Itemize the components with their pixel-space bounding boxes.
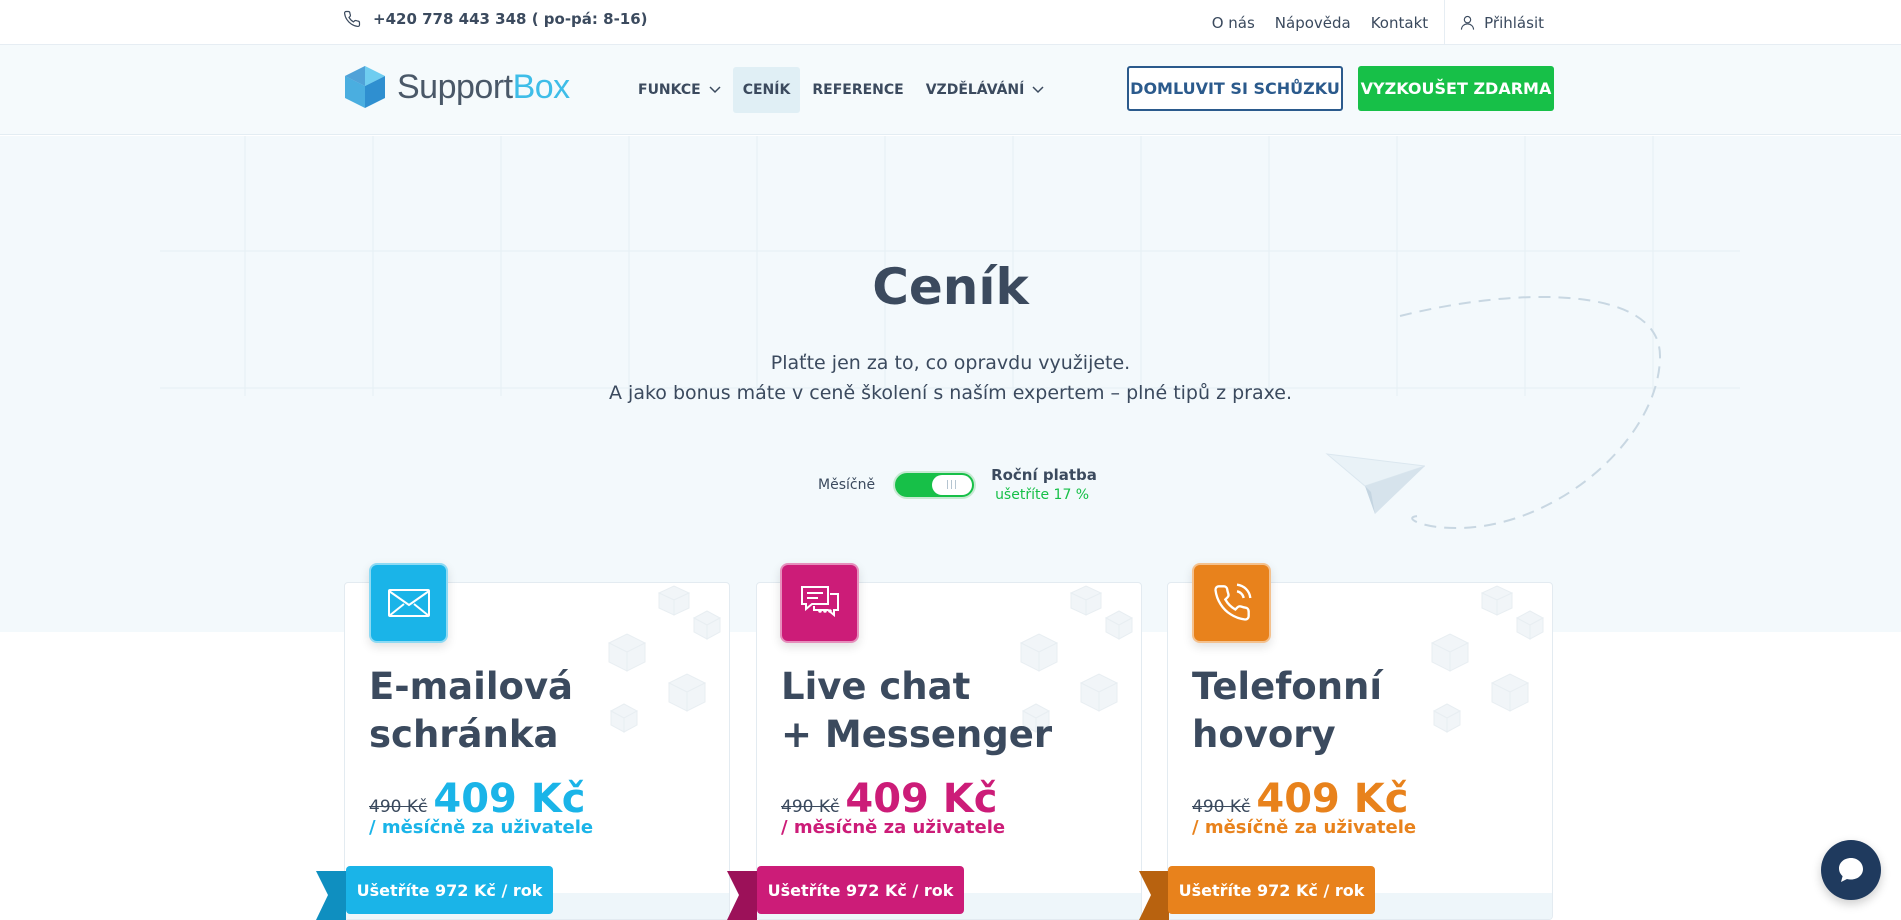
grip-icon: ||| [946,479,959,490]
plan-title-line-1: Telefonní [1192,665,1383,708]
new-price: 409 Kč [845,776,998,822]
phone-ringing-icon [1213,583,1251,621]
phone-contact[interactable]: +420 778 443 348 ( po-pá: 8-16) [343,10,648,28]
link-help[interactable]: Nápověda [1275,14,1351,32]
chevron-down-icon [709,86,721,94]
yearly-option[interactable]: Roční platba ušetříte 17 % [991,466,1097,503]
old-price: 490 Kč [1192,797,1251,817]
main-header: SupportBox FUNKCE CENÍK REFERENCE VZDĚLÁ… [0,45,1901,135]
chevron-down-icon [1032,86,1044,94]
plan-title-line-1: E-mailová [369,665,574,708]
plan-title-line-2: schránka [369,713,559,756]
save-badge-phone[interactable]: Ušetříte 972 Kč / rok [1168,866,1375,914]
yearly-label: Roční platba [991,466,1097,484]
top-bar: +420 778 443 348 ( po-pá: 8-16) O nás Ná… [0,0,1901,45]
price-row: 490 Kč 409 Kč [1192,776,1409,822]
new-price: 409 Kč [1256,776,1409,822]
phone-number: +420 778 443 348 ( po-pá: 8-16) [373,10,648,28]
toggle-knob[interactable]: ||| [932,474,973,495]
plan-title: E-mailová schránka [369,663,573,759]
logo-text: SupportBox [397,68,570,107]
nav-vzdelavani-label: VZDĚLÁVÁNÍ [925,82,1025,98]
cube-logo-icon [345,66,385,108]
phone-icon [343,10,361,28]
divider [1444,0,1446,45]
logo[interactable]: SupportBox [343,64,570,110]
old-price: 490 Kč [369,797,428,817]
nav-funkce-label: FUNKCE [638,82,701,98]
monthly-label[interactable]: Měsíčně [818,477,875,493]
hero-section: Ceník Plaťte jen za to, co opravdu využi… [0,136,1901,632]
billing-toggle[interactable]: ||| [893,470,977,499]
subtitle-line-1: Plaťte jen za to, co opravdu využijete. [770,352,1131,374]
free-trial-button[interactable]: VYZKOUŠET ZDARMA [1358,66,1554,111]
price-period: / měsíčně za uživatele [1192,817,1417,838]
nav-reference-label: REFERENCE [812,82,904,98]
plan-icon-phone [1192,563,1271,643]
price-period: / měsíčně za uživatele [781,817,1006,838]
nav-cenik-label: CENÍK [742,82,791,98]
envelope-icon [387,589,430,617]
yearly-saving: ušetříte 17 % [995,487,1090,503]
schedule-meeting-button[interactable]: DOMLUVIT SI SCHŮZKU [1127,66,1343,111]
nav-funkce[interactable]: FUNKCE [628,67,731,113]
new-price: 409 Kč [433,776,586,822]
page-subtitle: Plaťte jen za to, co opravdu využijete. … [0,348,1901,408]
ribbon-livechat [727,871,757,920]
plan-title-line-2: + Messenger [781,713,1053,756]
price-period: / měsíčně za uživatele [369,817,594,838]
login-link[interactable]: Přihlásit [1459,14,1544,32]
billing-toggle-group: Měsíčně ||| Roční platba ušetříte 17 % [818,466,1097,503]
ribbon-phone [1139,871,1169,920]
save-badge-email[interactable]: Ušetříte 972 Kč / rok [346,866,553,914]
nav-cenik[interactable]: CENÍK [732,67,801,113]
nav-vzdelavani[interactable]: VZDĚLÁVÁNÍ [916,67,1055,113]
plan-icon-livechat [780,563,859,643]
price-row: 490 Kč 409 Kč [369,776,586,822]
chat-widget-button[interactable] [1821,840,1881,900]
paper-plane-icon [1325,453,1425,514]
nav-reference[interactable]: REFERENCE [802,67,913,113]
main-nav: FUNKCE CENÍK REFERENCE VZDĚLÁVÁNÍ [628,67,1056,113]
price-row: 490 Kč 409 Kč [781,776,998,822]
top-links: O nás Nápověda Kontakt Přihlásit [1192,0,1544,45]
plan-title: Telefonní hovory [1192,663,1382,759]
link-contact[interactable]: Kontakt [1371,14,1428,32]
subtitle-line-2: A jako bonus máte v ceně školení s naším… [609,382,1292,404]
user-icon [1461,15,1475,30]
plan-title-line-1: Live chat [781,665,971,708]
plan-title: Live chat + Messenger [781,663,1052,759]
plan-icon-email [369,563,448,643]
chat-bubble-icon [1839,858,1863,882]
save-badge-livechat[interactable]: Ušetříte 972 Kč / rok [757,866,964,914]
old-price: 490 Kč [781,797,840,817]
ribbon-email [316,871,346,920]
link-about[interactable]: O nás [1212,14,1255,32]
plan-title-line-2: hovory [1192,713,1336,756]
page-title: Ceník [872,258,1029,316]
logo-box: Box [512,67,571,106]
logo-support: Support [397,67,513,106]
chat-bubbles-icon [800,586,839,618]
login-label: Přihlásit [1484,13,1544,32]
